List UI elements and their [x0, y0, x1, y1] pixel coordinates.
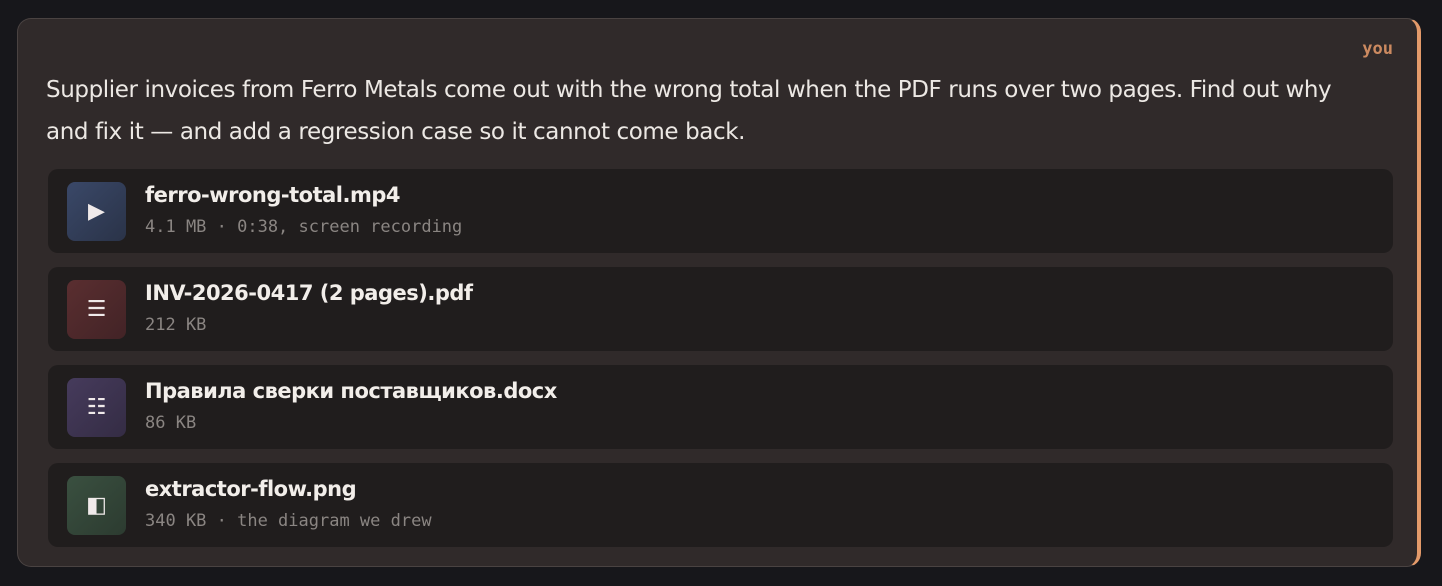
attachment-meta: 212 KB — [145, 315, 207, 335]
document-lines-icon: ☰ — [67, 280, 126, 339]
attachment-card-image[interactable]: ◧ extractor-flow.png 340 KB · the diagra… — [48, 463, 1393, 547]
attachment-name: ferro-wrong-total.mp4 — [145, 183, 401, 207]
message-text: Supplier invoices from Ferro Metals come… — [46, 77, 1332, 145]
attachment-card-pdf[interactable]: ☰ INV-2026-0417 (2 pages).pdf 212 KB — [48, 267, 1393, 351]
attachment-name: Правила сверки поставщиков.docx — [145, 379, 557, 403]
attachment-name: extractor-flow.png — [145, 477, 357, 501]
attachment-card-docx[interactable]: ☷ Правила сверки поставщиков.docx 86 KB — [48, 365, 1393, 449]
attachment-meta: 340 KB · the diagram we drew — [145, 511, 432, 531]
image-icon: ◧ — [67, 476, 126, 535]
attachment-list: ▶ ferro-wrong-total.mp4 4.1 MB · 0:38, s… — [48, 169, 1393, 561]
attachment-meta: 4.1 MB · 0:38, screen recording — [145, 217, 463, 237]
text-document-icon: ☷ — [67, 378, 126, 437]
message-author: you — [1362, 39, 1393, 59]
attachment-name: INV-2026-0417 (2 pages).pdf — [145, 281, 473, 305]
play-icon: ▶ — [67, 182, 126, 241]
attachment-card-video[interactable]: ▶ ferro-wrong-total.mp4 4.1 MB · 0:38, s… — [48, 169, 1393, 253]
user-message: you Supplier invoices from Ferro Metals … — [17, 18, 1421, 567]
attachment-meta: 86 KB — [145, 413, 197, 433]
